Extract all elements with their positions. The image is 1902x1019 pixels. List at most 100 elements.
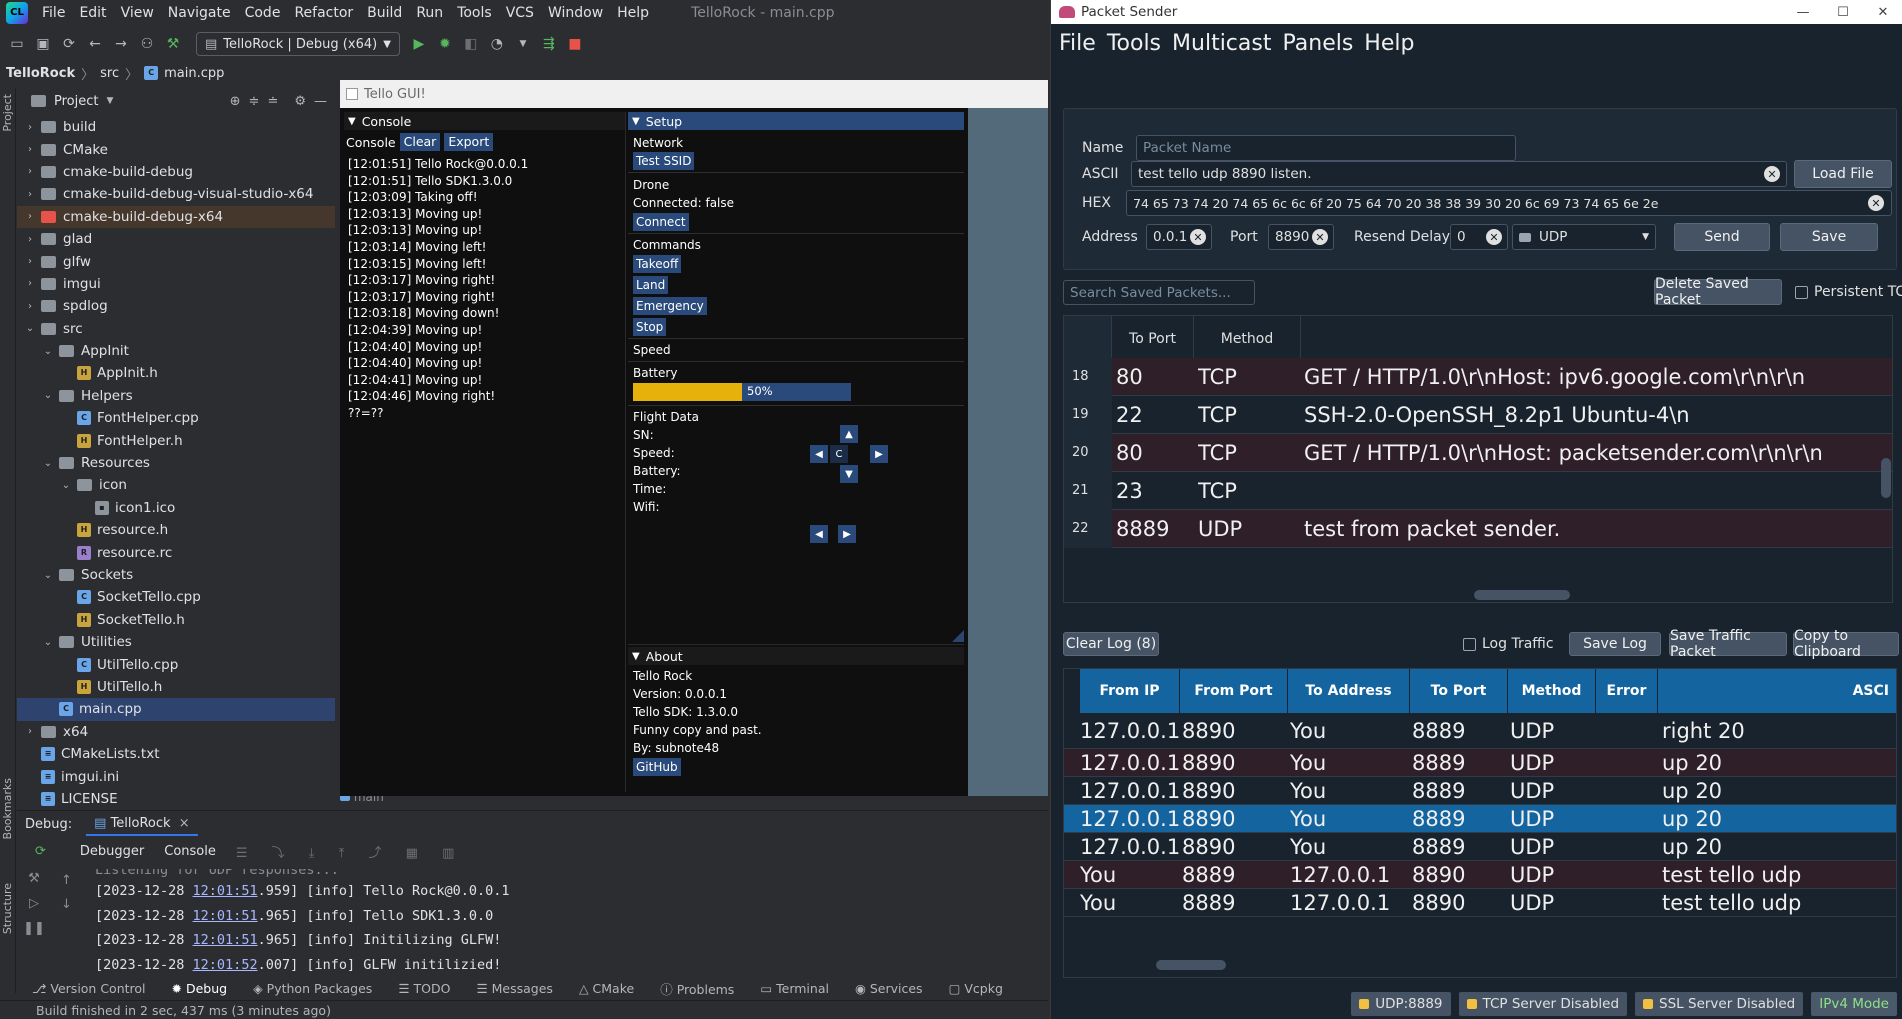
land-button[interactable]: Land [633,276,669,294]
log-scroll-thumb[interactable] [1156,960,1226,970]
ps-menu-tools[interactable]: Tools [1107,31,1161,56]
log-header-ascii[interactable]: ASCI [1658,669,1896,713]
copy-clipboard-button[interactable]: Copy to Clipboard [1793,628,1899,660]
log-time-link[interactable]: 12:01:51 [193,883,258,899]
collapse-all-icon[interactable]: ≐ [267,94,278,109]
test-ssid-button[interactable]: Test SSID [633,152,695,170]
chevron-down-icon[interactable]: ⌄ [41,637,55,648]
emergency-button[interactable]: Emergency [633,297,707,315]
tree-item[interactable]: Cmain.cpp [17,698,335,721]
ps-menu-file[interactable]: File [1059,31,1096,56]
menu-vcs[interactable]: VCS [506,5,534,21]
maximize-icon[interactable]: ☐ [1823,0,1863,24]
log-header-error[interactable]: Error [1596,669,1658,713]
log-row[interactable]: You 8889 127.0.0.1 8890 UDP test tello udp [1064,861,1896,889]
attach-icon[interactable]: ⇶ [538,33,560,55]
packet-name-input[interactable]: Packet Name [1136,135,1516,161]
close-icon[interactable]: ✕ [1863,0,1902,24]
back-icon[interactable]: ← [84,33,106,55]
chevron-right-icon[interactable]: › [23,278,37,289]
delete-saved-button[interactable]: Delete Saved Packet [1654,276,1782,308]
saved-packet-row[interactable]: 20 80 TCP GET / HTTP/1.0\r\nHost: packetsen… [1064,433,1892,472]
tab-vcpkg[interactable]: ▢ Vcpkg [949,981,1003,996]
tab-todo[interactable]: ☰ TODO [398,981,450,996]
stop-icon[interactable]: ■ [564,33,586,55]
vcs-icon[interactable]: ⚇ [136,33,158,55]
breadcrumb-folder[interactable]: src [100,66,119,81]
saved-packet-row[interactable]: 22 8889 UDP test from packet sender. [1064,509,1892,548]
chevron-down-icon[interactable]: ⌄ [59,480,73,491]
connect-button[interactable]: Connect [633,213,689,231]
tree-item[interactable]: › CMake [17,138,335,160]
sync-icon[interactable]: ⟳ [58,33,80,55]
resume-icon[interactable]: ▷ [29,896,39,911]
tree-item[interactable]: C SocketTello.cpp [17,586,335,608]
menu-view[interactable]: View [121,5,154,21]
menu-build[interactable]: Build [367,5,402,21]
breadcrumb-project[interactable]: TelloRock [6,66,75,81]
debug-config-tab[interactable]: ▤ TelloRock × [86,813,198,836]
load-file-button[interactable]: Load File [1794,160,1892,188]
pause-icon[interactable]: ❚❚ [23,921,45,936]
debug-scroll-up-icon[interactable]: ↑ [61,873,72,888]
log-row[interactable]: 127.0.0.1 8890 You 8889 UDP up 20 [1064,749,1896,777]
clear-ascii-icon[interactable]: ✕ [1764,166,1780,182]
tree-item[interactable]: › spdlog [17,295,335,317]
minimize-icon[interactable]: — [1783,0,1823,24]
tree-item[interactable]: C UtilTello.cpp [17,653,335,675]
tree-item[interactable]: ⌄ Utilities [17,631,335,653]
log-traffic-checkbox[interactable]: Log Traffic [1463,636,1554,652]
hex-input[interactable]: 74 65 73 74 20 74 65 6c 6c 6f 20 75 64 7… [1126,190,1892,216]
log-time-link[interactable]: 12:01:52 [193,957,258,973]
setup-header[interactable]: ▼ Setup [628,112,964,130]
tree-item[interactable]: ▪ icon1.ico [17,497,335,519]
chevron-right-icon[interactable]: › [23,256,37,267]
tree-item[interactable]: ⌄ icon [17,474,335,496]
saved-scroll-thumb[interactable] [1474,590,1570,600]
close-icon[interactable]: × [179,816,190,831]
saved-packet-row[interactable]: 18 80 TCP GET / HTTP/1.0\r\nHost: ipv6.goog… [1064,357,1892,396]
tree-item[interactable]: ⌄ src [17,318,335,340]
tree-item[interactable]: H AppInit.h [17,362,335,384]
profile-icon[interactable]: ◧ [460,33,482,55]
tree-item[interactable]: › x64 [17,721,335,743]
build-hammer-icon[interactable]: ⚒ [162,33,184,55]
tree-item[interactable]: › glfw [17,250,335,272]
rerun-icon[interactable]: ⟳ [35,844,46,859]
chevron-down-icon[interactable]: ⌄ [41,390,55,401]
save-button[interactable]: Save [1780,223,1878,251]
chevron-right-icon[interactable]: › [23,166,37,177]
log-header-to-port[interactable]: To Port [1410,669,1508,713]
rotate-left-button[interactable]: ◀ [810,525,828,543]
saved-vscroll-thumb[interactable] [1881,458,1891,498]
persistent-tcp-checkbox[interactable]: Persistent TCP [1795,284,1902,300]
ps-menu-help[interactable]: Help [1364,31,1414,56]
log-row[interactable]: 127.0.0.1 8890 You 8889 UDP up 20 [1064,805,1896,833]
saved-header-data[interactable] [1301,316,1892,362]
chevron-right-icon[interactable]: › [23,122,37,133]
about-header[interactable]: ▼ About [628,647,964,665]
chevron-right-icon[interactable]: › [23,234,37,245]
tab-cmake[interactable]: △ CMake [579,981,634,996]
saved-packet-row[interactable]: 21 23 TCP [1064,471,1892,510]
saved-packet-row[interactable]: 19 22 TCP SSH-2.0-OpenSSH_8.2p1 Ubuntu-4\n [1064,395,1892,434]
clear-hex-icon[interactable]: ✕ [1868,195,1884,211]
send-button[interactable]: Send [1674,223,1770,251]
debug-scroll-down-icon[interactable]: ↓ [61,897,72,912]
tree-item[interactable]: ≡ CMakeLists.txt [17,743,335,765]
saved-scrollbar-vertical[interactable] [1880,318,1892,588]
github-button[interactable]: GitHub [633,758,681,776]
chevron-down-icon[interactable]: ⌄ [41,346,55,357]
debug-subtab-console[interactable]: Console [164,844,216,859]
menu-file[interactable]: File [42,5,65,21]
search-saved-input[interactable]: Search Saved Packets... [1063,280,1255,305]
menu-tools[interactable]: Tools [457,5,492,21]
clear-address-icon[interactable]: ✕ [1190,229,1206,245]
tree-item[interactable]: H FontHelper.h [17,429,335,451]
takeoff-button[interactable]: Takeoff [633,255,682,273]
tab-terminal[interactable]: ▭ Terminal [760,981,829,996]
gear-icon[interactable]: ⚙ [294,94,306,109]
side-tab-project[interactable]: Project [1,94,14,132]
debug-bug-icon[interactable]: ✹ [434,33,456,55]
tree-item[interactable]: › glad [17,228,335,250]
